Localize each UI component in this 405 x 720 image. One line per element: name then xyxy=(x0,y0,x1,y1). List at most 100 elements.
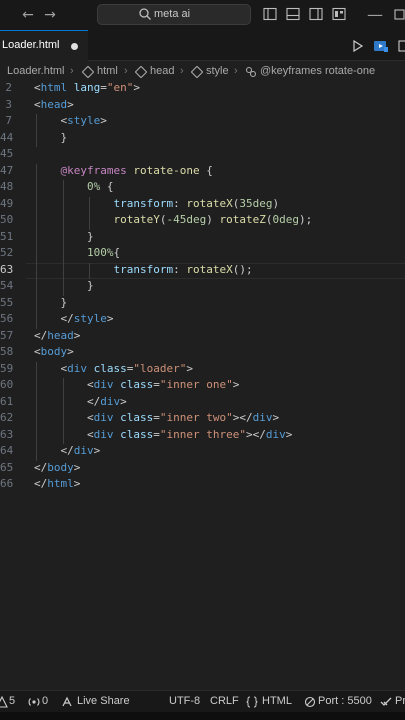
unsaved-dot-icon[interactable] xyxy=(71,43,78,50)
code-token: < xyxy=(34,81,41,94)
indent-guide xyxy=(36,279,37,296)
breadcrumb-item-file[interactable]: Loader.html xyxy=(7,65,64,77)
code-token: < xyxy=(34,345,41,358)
language-braces-icon[interactable] xyxy=(246,696,258,708)
indent-guide xyxy=(62,427,64,444)
code-editor[interactable]: 2 <html lang="en"> 3 <head> 7 <style> 44} 45 47 @… xyxy=(0,80,405,690)
code-line[interactable]: 49 transform: rotateX(35deg) xyxy=(0,196,405,213)
element-icon xyxy=(191,66,203,78)
toggle-panel-icon[interactable] xyxy=(286,7,300,21)
indent-guide xyxy=(36,196,37,213)
code-line[interactable]: 3 <head> xyxy=(0,98,405,114)
code-text: <div class="loader"> xyxy=(61,362,193,375)
code-token: > xyxy=(272,411,280,424)
breadcrumb-item-head[interactable]: head xyxy=(150,65,174,77)
language-mode[interactable]: HTML xyxy=(262,695,292,707)
restore-window-icon[interactable] xyxy=(394,7,405,21)
code-line[interactable]: 7 <style> xyxy=(0,114,405,131)
code-text: </div> xyxy=(61,444,101,457)
indent-guide xyxy=(36,394,37,411)
ports-icon[interactable] xyxy=(28,696,40,708)
code-line[interactable]: 56 </style> xyxy=(0,312,405,329)
code-token: html xyxy=(40,81,68,94)
code-token: > xyxy=(93,444,101,457)
code-token: div xyxy=(93,378,114,391)
go-live-icon[interactable] xyxy=(304,696,316,708)
toggle-primary-sidebar-icon[interactable] xyxy=(263,7,277,21)
back-arrow-icon[interactable]: ← xyxy=(18,5,38,25)
code-token: 0deg xyxy=(272,213,299,226)
forward-arrow-icon[interactable]: → xyxy=(40,5,60,25)
run-icon[interactable] xyxy=(352,40,364,52)
indent-guide xyxy=(62,394,64,411)
code-token: > xyxy=(120,394,127,408)
live-server-port[interactable]: Port : 5500 xyxy=(318,695,372,707)
split-editor-icon[interactable] xyxy=(398,40,405,52)
code-line[interactable]: 65 </body> xyxy=(0,461,405,477)
code-text: @keyframes rotate-one { xyxy=(61,164,213,177)
editor-tab-loader[interactable]: Loader.html xyxy=(0,30,88,61)
line-number: 63 xyxy=(0,427,14,441)
code-line[interactable]: 44} xyxy=(0,130,405,147)
breadcrumb-item-html[interactable]: html xyxy=(97,65,118,77)
code-token: ) xyxy=(206,213,213,226)
indent-guide xyxy=(36,246,37,263)
breadcrumb-item-style[interactable]: style xyxy=(206,65,229,77)
command-center-search[interactable]: meta ai xyxy=(97,4,251,25)
code-line[interactable]: 60 <div class="inner one"> xyxy=(0,378,405,395)
breadcrumb-item-keyframes[interactable]: @keyframes rotate-one xyxy=(260,65,375,77)
code-text: rotateY(-45deg) rotateZ(0deg); xyxy=(114,213,313,226)
customize-layout-icon[interactable] xyxy=(332,7,346,21)
code-line[interactable]: 63 transform: rotateX(); xyxy=(0,262,405,279)
code-line[interactable]: 2 <html lang="en"> xyxy=(0,81,405,97)
code-token: < xyxy=(87,378,94,391)
code-line[interactable]: 50 rotateY(-45deg) rotateZ(0deg); xyxy=(0,213,405,230)
code-token: </ xyxy=(34,328,48,342)
code-line[interactable]: 62 <div class="inner two"></div> xyxy=(0,411,405,428)
code-token: "en" xyxy=(106,81,134,94)
code-line[interactable]: 47 @keyframes rotate-one { xyxy=(0,163,405,180)
problems-count[interactable]: 5 xyxy=(9,695,15,707)
code-line[interactable]: 64 </div> xyxy=(0,444,405,461)
prettier-check-icon[interactable] xyxy=(380,696,392,708)
code-line[interactable]: 58 <body> xyxy=(0,345,405,361)
code-line[interactable]: 52 100%{ xyxy=(0,246,405,263)
eol-indicator[interactable]: CRLF xyxy=(210,695,239,707)
search-text: meta ai xyxy=(154,8,191,20)
live-preview-icon[interactable] xyxy=(373,38,389,54)
code-line[interactable]: 45 xyxy=(0,147,405,163)
code-token: : xyxy=(173,196,187,210)
code-line[interactable]: 51} xyxy=(0,229,405,246)
code-line[interactable]: 54} xyxy=(0,279,405,296)
code-line[interactable]: 61 </div> xyxy=(0,394,405,411)
live-share-button[interactable]: Live Share xyxy=(77,695,130,707)
code-line[interactable]: 57 </head> xyxy=(0,329,405,345)
line-number: 55 xyxy=(0,295,14,309)
toggle-secondary-sidebar-icon[interactable] xyxy=(309,7,323,21)
code-token: div xyxy=(265,427,286,441)
indent-guide xyxy=(36,444,37,461)
line-number: 7 xyxy=(5,114,12,127)
encoding-indicator[interactable]: UTF-8 xyxy=(169,695,200,707)
code-line[interactable]: 63 <div class="inner three"></div> xyxy=(0,427,405,444)
ports-count[interactable]: 0 xyxy=(42,695,48,707)
indent-guide xyxy=(89,262,90,279)
warning-icon[interactable] xyxy=(0,696,8,708)
code-token: style xyxy=(73,312,107,325)
prettier-status[interactable]: Pr xyxy=(395,695,405,707)
code-token: </ xyxy=(34,460,48,474)
code-line[interactable]: 66 </html> xyxy=(0,477,405,493)
code-line[interactable]: 55} xyxy=(0,295,405,312)
code-token: > xyxy=(106,312,114,325)
minimize-icon[interactable]: — xyxy=(365,5,385,25)
code-line[interactable]: 48 0% { xyxy=(0,180,405,197)
code-token: </ xyxy=(60,312,74,325)
code-text: </style> xyxy=(61,312,114,325)
code-text: <div class="inner three"></div> xyxy=(87,428,292,441)
live-share-icon[interactable] xyxy=(61,696,73,708)
editor-tab-bar: Loader.html xyxy=(0,30,405,61)
code-line[interactable]: 59 <div class="loader"> xyxy=(0,361,405,378)
line-number: 60 xyxy=(0,378,14,391)
code-text: </head> xyxy=(34,329,80,342)
